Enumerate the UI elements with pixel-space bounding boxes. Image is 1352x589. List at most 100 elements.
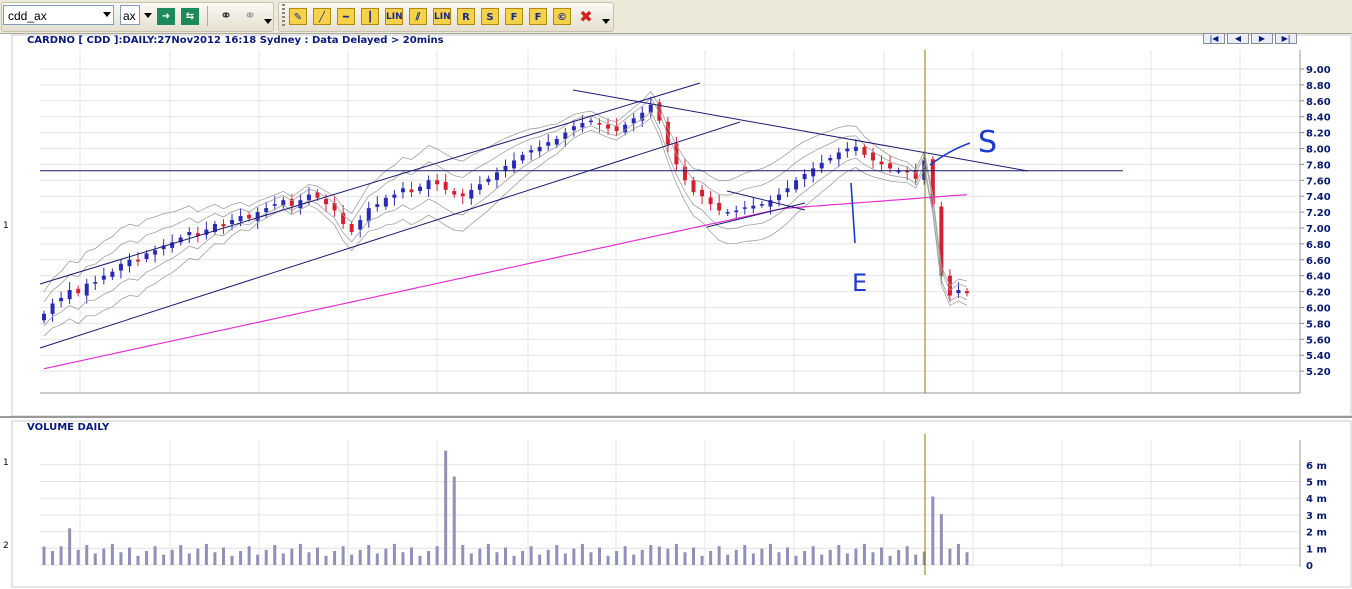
volume-bar bbox=[786, 547, 790, 565]
volume-bar bbox=[512, 555, 516, 565]
volume-bar bbox=[563, 553, 567, 565]
volume-bar bbox=[854, 548, 858, 565]
volume-bar bbox=[153, 546, 157, 565]
volume-bar bbox=[375, 553, 379, 565]
volume-bar bbox=[162, 554, 166, 565]
volume-bar bbox=[170, 549, 174, 565]
volume-bar bbox=[546, 549, 550, 565]
volume-bar bbox=[794, 555, 798, 565]
volume-bar bbox=[136, 555, 140, 565]
volume-bar bbox=[315, 547, 319, 565]
volume-bar bbox=[743, 545, 747, 565]
volume-bar bbox=[110, 543, 114, 565]
volume-y-tick-label: 0 bbox=[1306, 561, 1313, 572]
volume-bar bbox=[751, 553, 755, 565]
volume-bar bbox=[247, 546, 251, 565]
volume-bar bbox=[213, 552, 217, 565]
volume-bar bbox=[93, 553, 97, 565]
volume-bar bbox=[862, 543, 866, 565]
volume-bar bbox=[418, 555, 422, 565]
volume-bar bbox=[700, 555, 704, 565]
volume-bar bbox=[649, 545, 653, 565]
volume-y-tick-label: 1 m bbox=[1306, 544, 1327, 555]
volume-bar bbox=[409, 547, 413, 565]
volume-bar bbox=[256, 554, 260, 565]
volume-bar bbox=[931, 496, 935, 565]
volume-bar bbox=[367, 545, 371, 565]
volume-bar bbox=[495, 552, 499, 565]
volume-bar bbox=[264, 549, 268, 565]
volume-bar bbox=[85, 545, 89, 565]
volume-bar bbox=[880, 547, 884, 565]
volume-bar bbox=[504, 547, 507, 565]
volume-bar bbox=[760, 548, 764, 565]
volume-bar bbox=[948, 548, 952, 565]
volume-bar bbox=[538, 554, 542, 565]
volume-bar bbox=[555, 545, 559, 565]
volume-bar bbox=[615, 551, 619, 565]
volume-bar bbox=[486, 543, 490, 565]
volume-bar bbox=[221, 547, 225, 565]
volume-bar bbox=[837, 545, 841, 565]
volume-bar bbox=[307, 552, 311, 565]
volume-bar bbox=[281, 553, 285, 565]
volume-bar bbox=[427, 551, 431, 565]
volume-bar bbox=[145, 551, 149, 565]
volume-bar bbox=[179, 545, 183, 565]
volume-bar bbox=[717, 546, 721, 565]
volume-bar bbox=[777, 552, 781, 565]
volume-bar bbox=[298, 543, 302, 565]
volume-bar bbox=[640, 549, 644, 565]
volume-bar bbox=[452, 476, 456, 565]
volume-bar bbox=[657, 546, 661, 565]
volume-bar bbox=[230, 555, 234, 565]
volume-bar bbox=[401, 552, 405, 565]
volume-y-tick-label: 5 m bbox=[1306, 478, 1327, 489]
volume-bar bbox=[674, 543, 678, 565]
volume-bar bbox=[350, 554, 354, 565]
volume-bar bbox=[324, 555, 328, 565]
volume-bar bbox=[273, 545, 277, 565]
volume-bar bbox=[888, 555, 892, 565]
volume-bar bbox=[803, 551, 807, 565]
volume-bar bbox=[76, 549, 80, 565]
volume-chart[interactable]: 6 m 5 m 4 m 3 m 2 m 1 m 0 bbox=[0, 0, 1352, 589]
volume-bar bbox=[683, 552, 687, 565]
volume-bar bbox=[897, 549, 901, 565]
volume-bar bbox=[529, 546, 533, 565]
volume-bar bbox=[709, 551, 713, 565]
volume-bar bbox=[42, 546, 46, 565]
volume-bar bbox=[521, 551, 525, 565]
volume-y-tick-label: 4 m bbox=[1306, 494, 1327, 505]
volume-bar bbox=[358, 549, 362, 565]
volume-bar bbox=[392, 543, 396, 565]
volume-bar bbox=[196, 548, 200, 565]
volume-bar bbox=[632, 554, 636, 565]
volume-bar bbox=[768, 543, 772, 565]
volume-bar bbox=[939, 514, 943, 565]
volume-bar bbox=[204, 543, 208, 565]
volume-bar bbox=[871, 552, 875, 565]
volume-bar bbox=[580, 543, 584, 565]
volume-bar bbox=[51, 551, 55, 565]
volume-bar bbox=[692, 547, 696, 565]
volume-bar bbox=[341, 546, 345, 565]
volume-bar bbox=[478, 548, 482, 565]
volume-bar bbox=[333, 551, 337, 565]
volume-bar bbox=[59, 546, 63, 565]
volume-bar bbox=[435, 546, 439, 565]
volume-bar bbox=[461, 545, 465, 565]
volume-bar bbox=[726, 554, 730, 565]
volume-bar bbox=[469, 553, 473, 565]
volume-y-tick-label: 6 m bbox=[1306, 461, 1327, 472]
volume-bar bbox=[956, 543, 960, 565]
volume-y-tick-label: 2 m bbox=[1306, 528, 1327, 539]
volume-bar bbox=[68, 528, 72, 565]
volume-bar bbox=[127, 547, 131, 565]
volume-bar bbox=[589, 552, 593, 565]
volume-bar bbox=[734, 549, 738, 565]
volume-bar bbox=[606, 555, 610, 565]
volume-bar bbox=[119, 552, 123, 565]
volume-bar bbox=[572, 548, 576, 565]
volume-bar bbox=[102, 548, 106, 565]
